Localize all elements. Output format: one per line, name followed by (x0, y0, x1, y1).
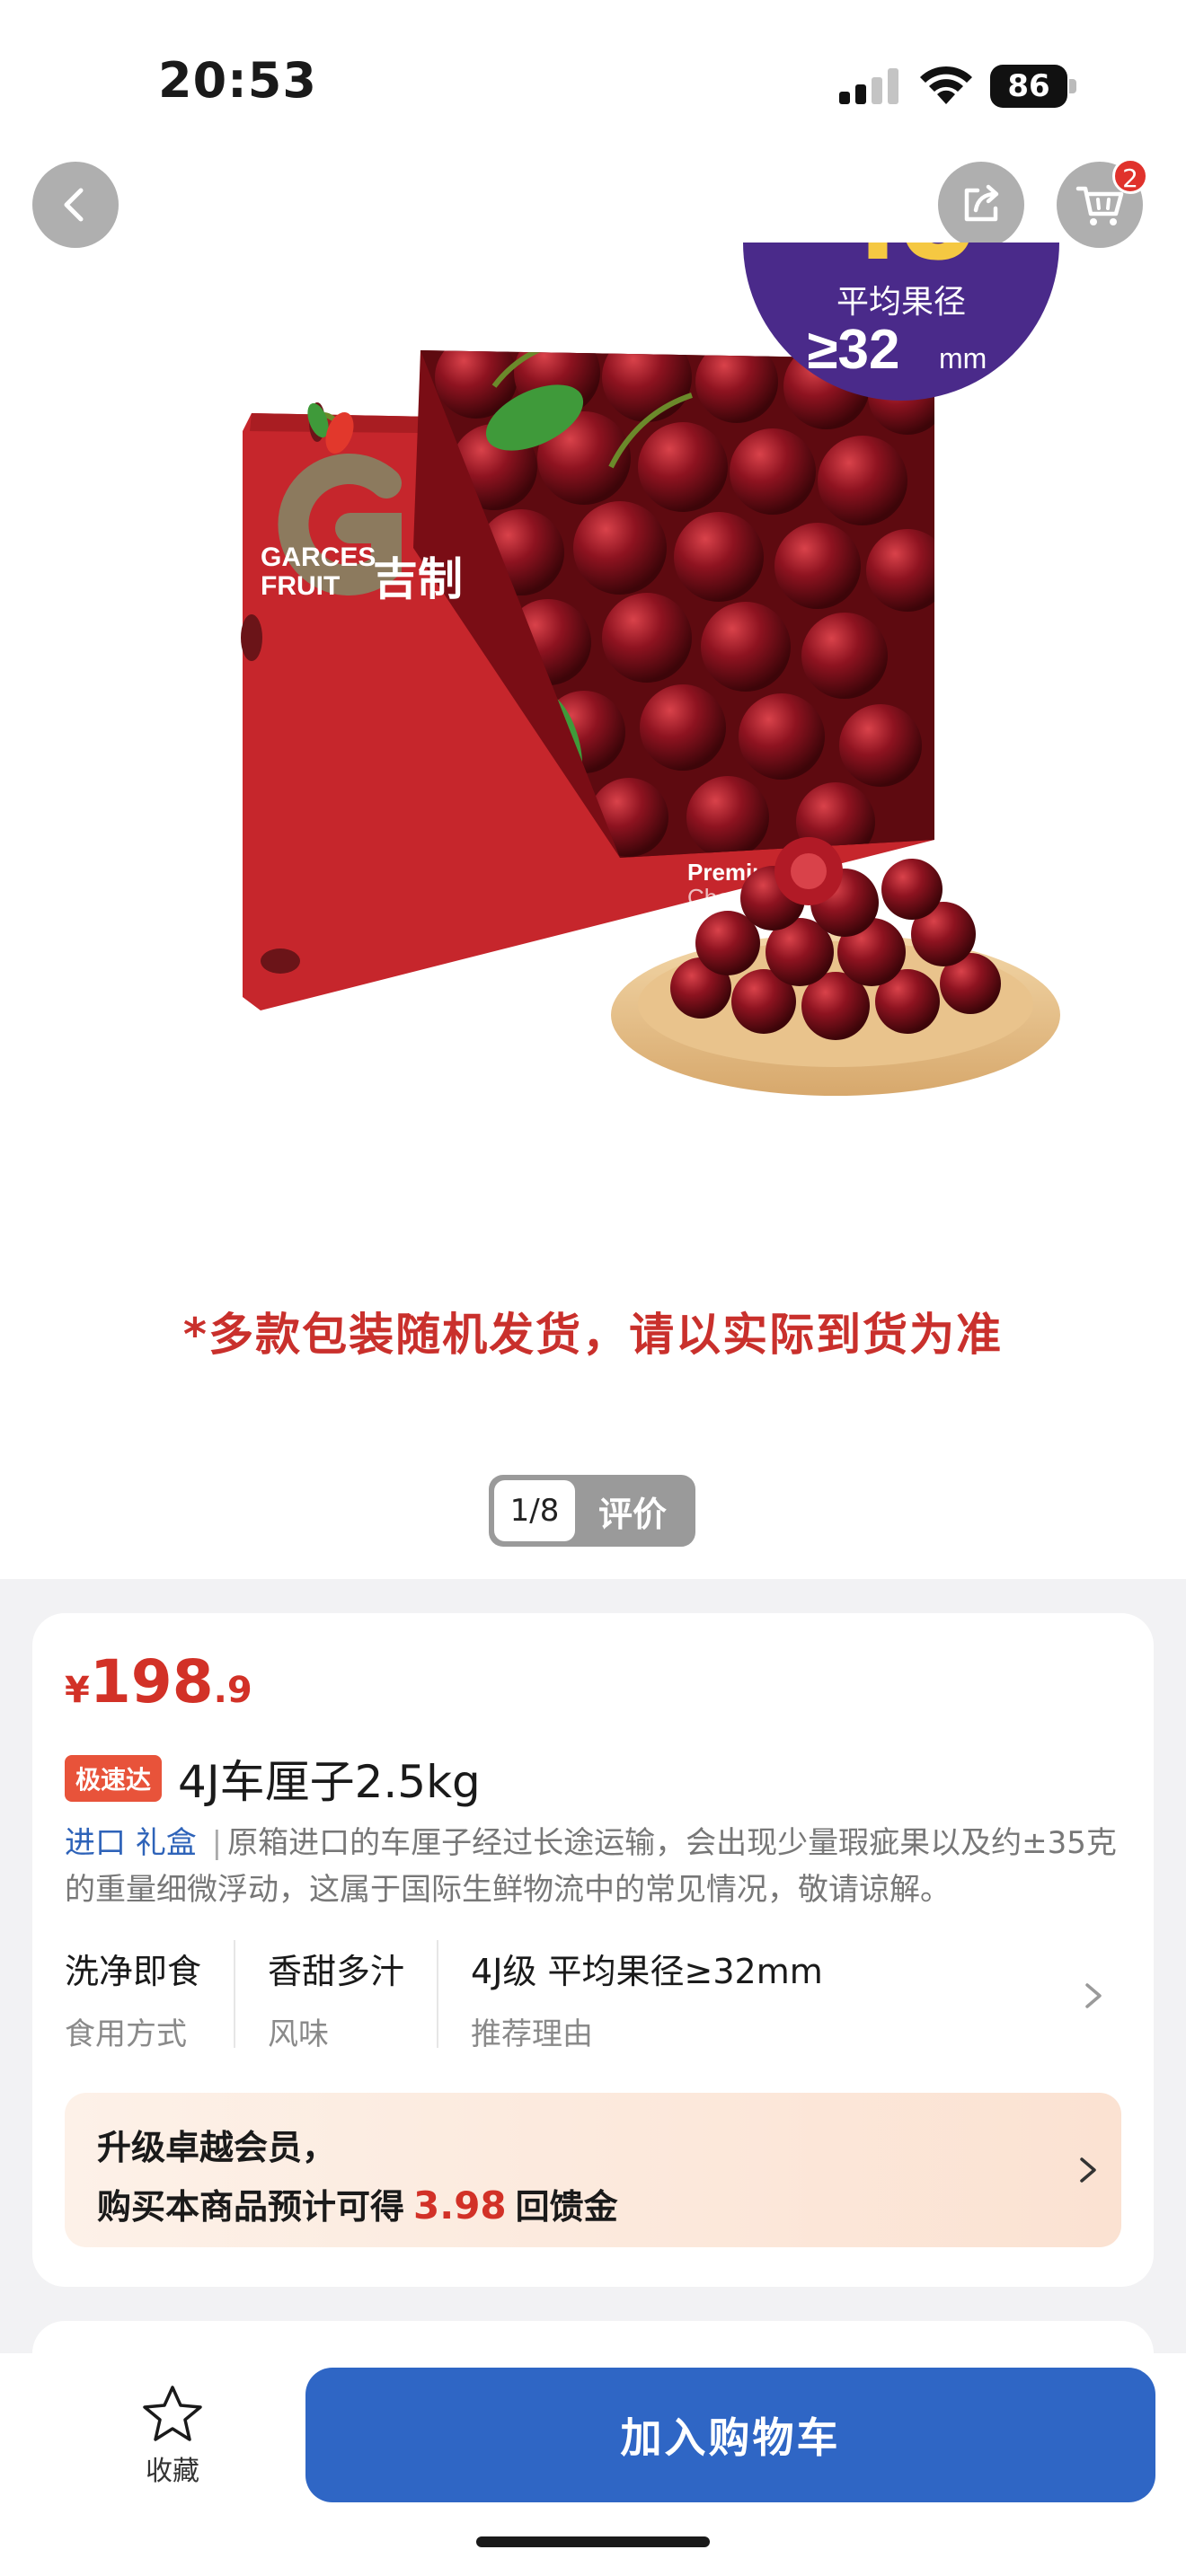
svg-text:吉制: 吉制 (373, 553, 463, 605)
attr-flavor: 香甜多汁 风味 (268, 1940, 439, 2052)
favorite-label: 收藏 (146, 2456, 199, 2487)
product-image: GARCES FRUIT 吉制 Premium Cherries 4J 平均果径… (241, 243, 1060, 1096)
tag-separator: | (211, 1825, 223, 1861)
member-upgrade-banner[interactable]: 升级卓越会员， 购买本商品预计可得 3.98 回馈金 (65, 2093, 1121, 2247)
wifi-icon (920, 66, 972, 104)
review-tab[interactable]: 评价 (575, 1486, 690, 1536)
member-reward-text: 购买本商品预计可得 3.98 回馈金 (97, 2179, 618, 2228)
chevron-left-icon (64, 188, 84, 222)
back-button[interactable] (32, 162, 119, 248)
attr-label: 食用方式 (65, 2016, 187, 2052)
battery-level: 86 (990, 65, 1067, 108)
svg-text:GARCES: GARCES (261, 543, 376, 572)
add-to-cart-button[interactable]: 加入购物车 (305, 2368, 1155, 2502)
cart-button[interactable]: 2 (1057, 158, 1148, 248)
home-indicator (476, 2536, 710, 2547)
favorite-button[interactable]: 收藏 (131, 2384, 214, 2488)
product-gallery[interactable]: 2 GARCES FRUIT 吉制 Premium Cherries 平均果径 … (0, 144, 1186, 1579)
price-currency: ¥ (65, 1670, 90, 1711)
cellular-signal-icon (839, 68, 900, 104)
member-title: 升级卓越会员， (97, 2128, 337, 2167)
cart-count-badge: 2 (1112, 158, 1148, 194)
tag-import[interactable]: 进口 (65, 1825, 126, 1861)
attr-value: 4J级 平均果径≥32mm (471, 1952, 823, 1991)
tag-gift-box[interactable]: 礼盒 (136, 1825, 197, 1861)
member-reward-prefix: 购买本商品预计可得 (97, 2187, 405, 2227)
battery-icon: 86 (990, 65, 1076, 108)
title-row: 极速达 4J车厘子2.5kg (65, 1746, 481, 1811)
svg-text:mm: mm (939, 342, 987, 375)
svg-text:平均果径: 平均果径 (836, 284, 966, 321)
member-reward-suffix: 回馈金 (515, 2187, 618, 2227)
description-text: 原箱进口的车厘子经过长途运输，会出现少量瑕疵果以及约±35克的重量细微浮动，这属… (65, 1825, 1117, 1908)
price: ¥198.9 (65, 1647, 252, 1716)
svg-text:FRUIT: FRUIT (261, 571, 340, 601)
attr-value: 香甜多汁 (268, 1952, 405, 1991)
svg-text:4J: 4J (821, 243, 981, 289)
gallery-page-count: 1/8 (494, 1480, 575, 1541)
chevron-right-icon (1080, 2157, 1096, 2183)
attr-label: 风味 (268, 2016, 330, 2052)
share-icon (964, 184, 999, 222)
product-description: 进口 礼盒 | 原箱进口的车厘子经过长途运输，会出现少量瑕疵果以及约±35克的重量… (65, 1820, 1125, 1913)
product-info-card: ¥198.9 极速达 4J车厘子2.5kg 进口 礼盒 | 原箱进口的车厘子经过长… (32, 1613, 1154, 2287)
chevron-right-icon (1085, 1983, 1102, 2008)
attr-value: 洗净即食 (65, 1952, 202, 1991)
price-integer: 198 (89, 1647, 214, 1716)
attr-label: 推荐理由 (471, 2016, 594, 2052)
price-decimal: .9 (213, 1670, 252, 1711)
svg-text:≥32: ≥32 (808, 319, 900, 381)
attr-eating-method: 洗净即食 食用方式 (65, 1940, 236, 2052)
product-title: 4J车厘子2.5kg (178, 1756, 481, 1808)
attr-reason: 4J级 平均果径≥32mm 推荐理由 (471, 1940, 855, 2052)
member-reward-amount: 3.98 (413, 2183, 507, 2228)
status-time: 20:53 (158, 52, 317, 109)
status-bar: 20:53 86 (0, 0, 1186, 144)
bottom-action-bar: 收藏 加入购物车 (0, 2353, 1186, 2576)
star-icon (143, 2386, 202, 2441)
product-attributes[interactable]: 洗净即食 食用方式 香甜多汁 风味 4J级 平均果径≥32mm 推荐理由 (65, 1940, 1125, 2052)
gallery-pager[interactable]: 1/8 评价 (489, 1475, 695, 1547)
packaging-disclaimer: *多款包装随机发货，请以实际到货为准 (182, 1309, 1004, 1361)
share-button[interactable] (938, 162, 1024, 248)
express-delivery-badge: 极速达 (65, 1755, 163, 1802)
